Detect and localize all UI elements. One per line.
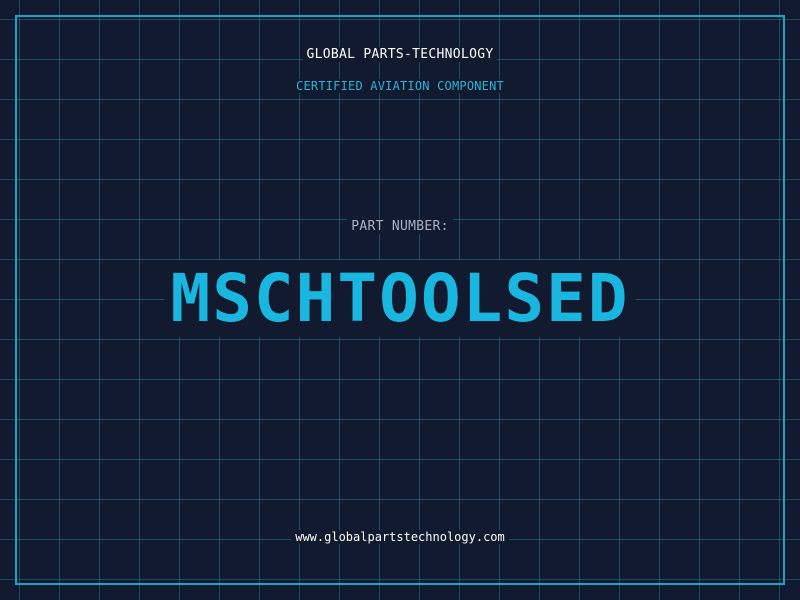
- brand-name: GLOBAL PARTS-TECHNOLOGY: [0, 47, 800, 62]
- certificate-card: GLOBAL PARTS-TECHNOLOGY CERTIFIED AVIATI…: [0, 0, 800, 600]
- certification-subtitle: CERTIFIED AVIATION COMPONENT: [0, 79, 800, 93]
- part-number-value-text: MSCHTOOLSED: [164, 260, 636, 337]
- brand-name-text: GLOBAL PARTS-TECHNOLOGY: [302, 47, 498, 62]
- part-number-value: MSCHTOOLSED: [0, 256, 800, 342]
- certification-subtitle-text: CERTIFIED AVIATION COMPONENT: [292, 79, 508, 93]
- part-number-label: PART NUMBER:: [0, 219, 800, 234]
- website-url: www.globalpartstechnology.com: [0, 530, 800, 544]
- part-number-label-text: PART NUMBER:: [347, 219, 453, 234]
- website-url-text: www.globalpartstechnology.com: [291, 530, 509, 544]
